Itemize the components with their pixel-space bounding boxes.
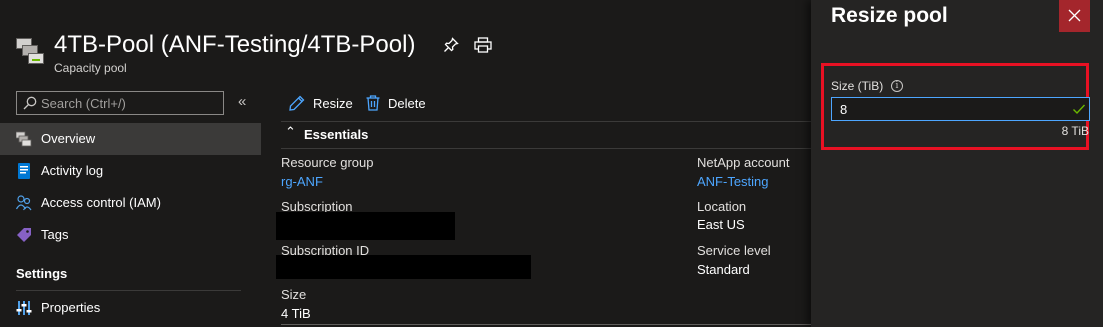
capacity-pool-icon	[16, 38, 46, 68]
resize-pool-panel: Resize pool Size (TiB) i 8 TiB	[811, 0, 1103, 327]
panel-title: Resize pool	[831, 4, 948, 27]
size-hint: 8 TiB	[1061, 124, 1089, 138]
close-button[interactable]	[1059, 0, 1090, 32]
delete-button-label: Delete	[388, 95, 426, 111]
chevron-up-icon: ⌃	[285, 124, 296, 139]
activity-log-icon	[18, 163, 30, 179]
overview-icon	[16, 131, 32, 147]
sidebar-item-tags[interactable]: Tags	[0, 219, 261, 251]
pin-icon[interactable]	[443, 37, 459, 53]
search-input[interactable]: Search (Ctrl+/)	[16, 91, 224, 115]
sidebar-item-label: Overview	[41, 131, 96, 146]
print-icon[interactable]	[474, 37, 492, 53]
tag-icon	[17, 228, 31, 242]
divider	[281, 324, 811, 325]
edit-icon	[289, 95, 305, 111]
resource-group-label: Resource group	[281, 155, 374, 170]
size-field-label: Size (TiB)	[831, 79, 884, 93]
close-icon	[1068, 9, 1081, 22]
size-input[interactable]	[831, 97, 1090, 121]
page-title: 4TB-Pool (ANF-Testing/4TB-Pool)	[54, 31, 416, 58]
location-label: Location	[697, 199, 747, 214]
redacted-subscription	[276, 212, 455, 240]
sidebar-item-overview[interactable]: Overview	[0, 123, 261, 155]
search-placeholder: Search (Ctrl+/)	[41, 96, 126, 111]
page-subtitle: Capacity pool	[54, 61, 127, 75]
sidebar-item-properties[interactable]: Properties	[0, 292, 261, 324]
netapp-account-link[interactable]: ANF-Testing	[697, 174, 769, 189]
service-level-value: Standard	[697, 262, 750, 277]
sidebar-item-label: Access control (IAM)	[41, 195, 161, 210]
iam-icon	[16, 195, 32, 211]
properties-icon	[16, 301, 32, 315]
essentials-toggle[interactable]: ⌃ Essentials	[281, 121, 811, 149]
service-level-label: Service level	[697, 243, 771, 258]
trash-icon	[366, 95, 380, 111]
settings-heading: Settings	[16, 266, 68, 281]
delete-button[interactable]: Delete	[366, 93, 426, 113]
location-value: East US	[697, 217, 745, 232]
redacted-subscription-id	[276, 255, 531, 279]
divider	[16, 290, 241, 291]
check-icon	[1073, 104, 1086, 115]
sidebar-item-label: Properties	[41, 300, 101, 315]
resize-button[interactable]: Resize	[289, 93, 353, 113]
sidebar-item-activity-log[interactable]: Activity log	[0, 155, 261, 187]
sidebar-item-label: Activity log	[41, 163, 104, 178]
size-value: 4 TiB	[281, 306, 311, 321]
search-icon	[23, 96, 37, 110]
sidebar-item-label: Tags	[41, 227, 69, 242]
sidebar-item-iam[interactable]: Access control (IAM)	[0, 187, 261, 219]
netapp-account-label: NetApp account	[697, 155, 790, 170]
resize-button-label: Resize	[313, 95, 353, 111]
size-label: Size	[281, 287, 307, 302]
collapse-sidebar-button[interactable]: «	[238, 93, 246, 110]
essentials-label: Essentials	[304, 127, 369, 142]
info-icon[interactable]: i	[891, 80, 903, 92]
resource-group-link[interactable]: rg-ANF	[281, 174, 323, 189]
